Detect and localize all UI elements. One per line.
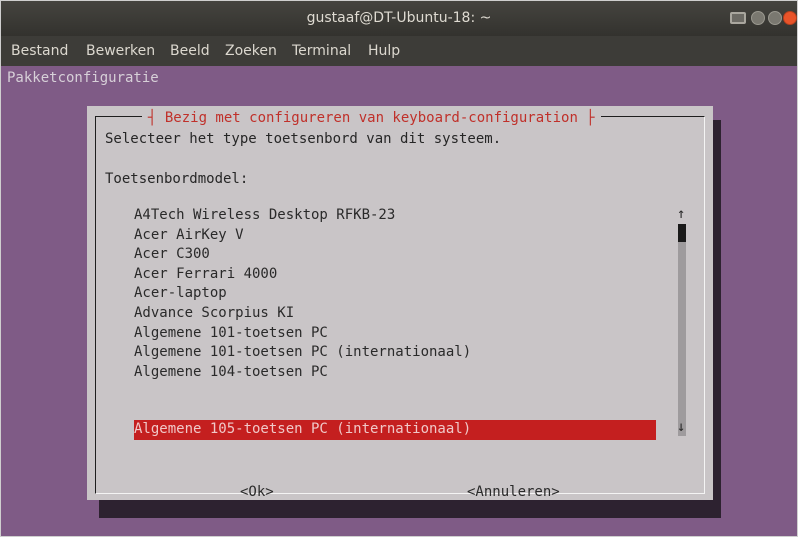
list-item-option[interactable]: Algemene 101-toetsen PC (internationaal): [134, 343, 471, 363]
menu-hulp[interactable]: Hulp: [368, 36, 400, 66]
menu-bar: Bestand Bewerken Beeld Zoeken Terminal H…: [1, 36, 797, 66]
terminal-window: gustaaf@DT-Ubuntu-18: ~ Bestand Bewerken…: [0, 0, 798, 537]
config-dialog: ┤ Bezig met configureren van keyboard-co…: [87, 106, 713, 500]
list-item-option[interactable]: Acer Ferrari 4000: [134, 265, 277, 285]
restore-icon[interactable]: [768, 11, 782, 25]
backtitle: Pakketconfiguratie: [7, 70, 159, 86]
title-bar[interactable]: gustaaf@DT-Ubuntu-18: ~: [1, 1, 797, 36]
list-item-option[interactable]: Algemene 104-toetsen PC: [134, 363, 328, 383]
list-item-option[interactable]: Algemene 101-toetsen PC: [134, 324, 328, 344]
dialog-title-text: Bezig met configureren van keyboard-conf…: [164, 110, 578, 126]
dialog-prompt: Selecteer het type toetsenbord van dit s…: [105, 131, 502, 147]
list-item-option[interactable]: A4Tech Wireless Desktop RFKB-23: [134, 206, 395, 226]
list-item-option[interactable]: Acer-laptop: [134, 284, 227, 304]
menu-bewerken[interactable]: Bewerken: [86, 36, 155, 66]
menu-bestand[interactable]: Bestand: [11, 36, 68, 66]
window-title: gustaaf@DT-Ubuntu-18: ~: [306, 10, 492, 26]
menu-terminal[interactable]: Terminal: [292, 36, 351, 66]
list-item-option[interactable]: Advance Scorpius KI: [134, 304, 294, 324]
cancel-button[interactable]: <Annuleren>: [467, 482, 560, 502]
list-item-option[interactable]: Acer AirKey V: [134, 226, 244, 246]
minimize-icon[interactable]: [730, 12, 746, 24]
ok-button[interactable]: <Ok>: [240, 482, 274, 502]
scroll-up-arrow-icon[interactable]: ↑: [677, 206, 685, 222]
scroll-down-arrow-icon[interactable]: ↓: [677, 419, 685, 435]
scrollbar-track[interactable]: [678, 236, 686, 436]
menu-zoeken[interactable]: Zoeken: [225, 36, 277, 66]
menu-beeld[interactable]: Beeld: [170, 36, 210, 66]
dialog-title: ┤ Bezig met configureren van keyboard-co…: [142, 108, 601, 128]
list-label: Toetsenbordmodel:: [105, 171, 249, 187]
terminal-area[interactable]: Pakketconfiguratie ┤ Bezig met configure…: [1, 66, 797, 536]
list-item-option[interactable]: Acer C300: [134, 245, 210, 265]
close-icon[interactable]: [783, 11, 797, 25]
scrollbar-thumb[interactable]: [678, 224, 686, 242]
maximize-icon[interactable]: [751, 11, 765, 25]
list-item-selected[interactable]: Algemene 105-toetsen PC (internationaal): [134, 420, 471, 440]
